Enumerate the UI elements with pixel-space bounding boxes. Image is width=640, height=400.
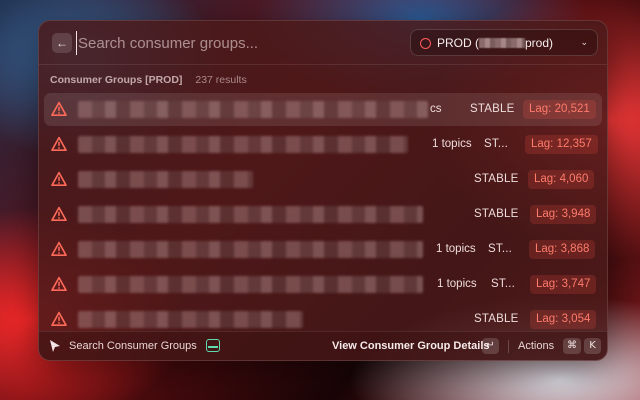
redacted-group-name [78,276,423,293]
list-item[interactable]: cs STABLE Lag: 20,521 [44,93,602,126]
list-item[interactable]: 1 topics ST... Lag: 3,868 [44,233,602,266]
state-label: ST... [484,138,509,150]
lag-badge: Lag: 3,747 [530,275,597,294]
redacted-text [479,38,525,48]
warning-icon [51,241,67,256]
raycast-logo-icon [50,340,60,352]
environment-dropdown[interactable]: PROD ( prod) ⌄ [410,29,598,56]
command-title: Search Consumer Groups [69,340,197,352]
divider [508,340,509,353]
lag-badge: Lag: 3,868 [529,240,596,259]
cmd-key-hint: ⌘ [563,338,581,354]
warning-icon [51,311,67,326]
warning-icon [51,276,67,291]
state-label: STABLE [474,173,519,185]
redacted-group-name [78,136,408,153]
enter-key-hint: ↵ [482,338,499,354]
back-button[interactable]: ← [52,33,72,53]
warning-icon [51,101,67,116]
topics-count: 1 topics [436,243,476,255]
k-key-hint: K [584,338,601,354]
redacted-group-name [78,311,303,328]
command-palette-window: ← PROD ( prod) ⌄ Consumer Groups [PROD] 2… [38,20,608,361]
action-bar: Search Consumer Groups View Consumer Gro… [39,331,607,360]
lag-badge: Lag: 3,054 [530,310,597,329]
list-item[interactable]: 1 topics ST... Lag: 3,747 [44,268,602,301]
state-label: ST... [491,278,516,290]
redacted-group-name [78,171,253,188]
list-item[interactable]: 1 topics ST... Lag: 12,357 [44,128,602,161]
search-input[interactable] [76,31,396,55]
extension-icon [206,339,220,352]
redacted-group-name [78,206,423,223]
environment-label-prefix: PROD ( [437,36,479,50]
actions-button[interactable]: Actions [518,340,554,352]
topics-count: 1 topics [432,138,472,150]
status-ring-icon [420,38,431,49]
list-item[interactable]: STABLE Lag: 3,948 [44,198,602,231]
environment-label: PROD ( prod) [437,36,553,50]
state-label: STABLE [474,313,519,325]
lag-badge: Lag: 20,521 [523,100,596,119]
results-count: 237 results [195,74,247,86]
chevron-down-icon: ⌄ [580,37,588,47]
redacted-group-name [78,101,428,118]
section-title: Consumer Groups [PROD] [50,74,183,86]
lag-badge: Lag: 3,948 [530,205,597,224]
environment-label-suffix: prod) [525,36,554,50]
warning-icon [51,136,67,151]
list-item[interactable]: STABLE Lag: 4,060 [44,163,602,196]
arrow-left-icon: ← [56,36,68,50]
lag-badge: Lag: 4,060 [528,170,595,189]
warning-icon [51,171,67,186]
topics-count: cs [430,103,442,115]
section-header: Consumer Groups [PROD] 237 results [50,74,247,86]
warning-icon [51,206,67,221]
state-label: STABLE [474,208,519,220]
redacted-group-name [78,241,423,258]
topics-count: 1 topics [437,278,477,290]
primary-action-button[interactable]: View Consumer Group Details [332,340,490,352]
lag-badge: Lag: 12,357 [525,135,598,154]
state-label: ST... [488,243,513,255]
state-label: STABLE [470,103,515,115]
search-bar: ← PROD ( prod) ⌄ [39,21,607,65]
